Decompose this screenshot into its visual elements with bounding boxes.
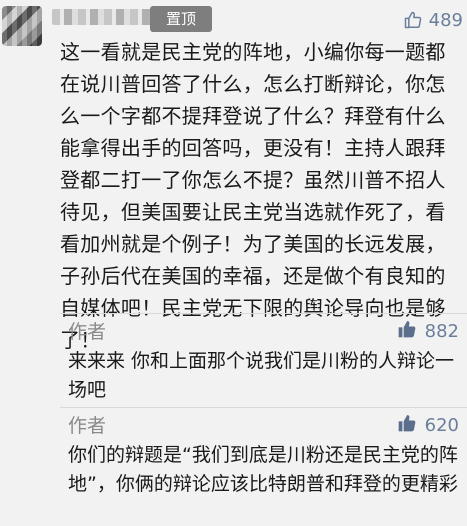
thumbs-up-outline-icon <box>403 10 423 30</box>
reply-like-count: 882 <box>424 321 459 342</box>
author-reply: 作者 620 你们的辩题是“我们到底是川粉还是民主党的阵地”，你俩的辩论应该比特… <box>60 407 467 526</box>
thumbs-up-filled-icon <box>397 319 417 344</box>
comment-text: 这一看就是民主党的阵地，小编你每一题都在说川普回答了什么，怎么打断辩论，你怎么一… <box>60 40 446 352</box>
commenter-name-blurred <box>52 9 160 25</box>
reply-like-button[interactable]: 882 <box>397 319 459 344</box>
reply-author: 作者 <box>68 321 107 343</box>
author-reply: 作者 882 来来来 你和上面那个说我们是川粉的人辩论一场吧 <box>60 313 467 408</box>
reply-like-count: 620 <box>424 415 459 436</box>
reply-author: 作者 <box>68 415 107 437</box>
reply-like-button[interactable]: 620 <box>397 413 459 438</box>
comment-like-button[interactable]: 489 <box>403 8 463 32</box>
reply-divider <box>60 407 467 408</box>
thumbs-up-filled-icon <box>397 413 417 438</box>
pin-badge: 置顶 <box>150 6 212 32</box>
reply-divider <box>60 313 467 314</box>
comment-like-count: 489 <box>428 9 463 31</box>
reply-text: 你们的辩题是“我们到底是川粉还是民主党的阵地”，你俩的辩论应该比特朗普和拜登的更… <box>68 444 458 495</box>
reply-text: 来来来 你和上面那个说我们是川粉的人辩论一场吧 <box>68 350 455 401</box>
avatar[interactable] <box>2 6 42 46</box>
